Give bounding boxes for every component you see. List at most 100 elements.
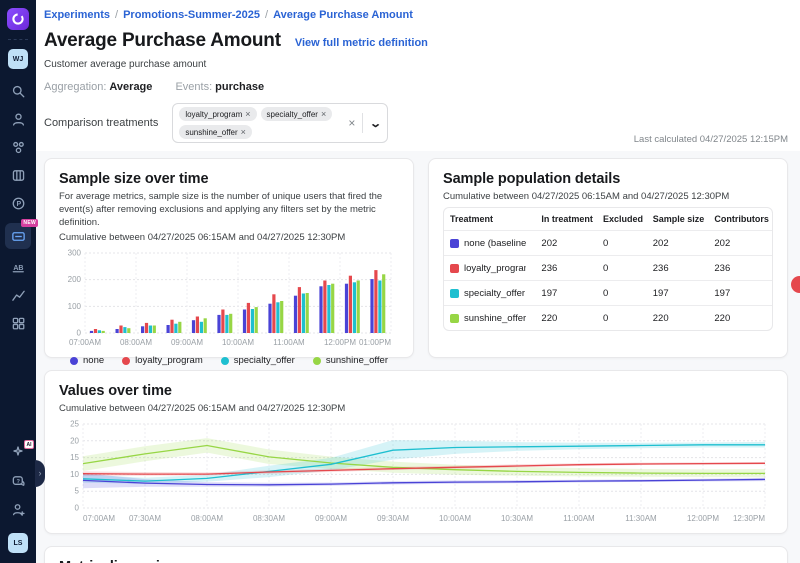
card-title: Sample population details (443, 171, 773, 187)
svg-text:07:00AM: 07:00AM (83, 514, 115, 523)
table-row: specialty_offer1970197197 (444, 280, 772, 305)
comparison-treatments-label: Comparison treatments (44, 117, 158, 129)
events-label: Events: (175, 81, 212, 93)
breadcrumb-experiments[interactable]: Experiments (44, 9, 110, 21)
workspace-avatar[interactable]: WJ (8, 49, 28, 69)
legend-item[interactable]: sunshine_offer (313, 355, 388, 366)
treatment-color-swatch (450, 314, 459, 323)
svg-text:15: 15 (70, 453, 79, 462)
population-table: TreatmentIn treatmentExcludedSample size… (443, 207, 773, 331)
sample-size-legend: none loyalty_program specialty_offer sunshi… (59, 355, 399, 366)
invite-user-icon[interactable] (5, 501, 31, 517)
treatment-chips: loyalty_program× specialty_offer× sunshine… (179, 107, 339, 139)
svg-text:11:00AM: 11:00AM (563, 514, 595, 523)
metric-dispersion-card: Metric dispersion Cumulative between 04/… (44, 546, 788, 563)
svg-text:12:00PM: 12:00PM (324, 338, 356, 347)
svg-text:100: 100 (68, 302, 82, 311)
svg-text:09:00AM: 09:00AM (171, 338, 203, 347)
feature-gates-icon[interactable] (5, 139, 31, 155)
new-badge: NEW (21, 219, 38, 227)
metric-subtitle: Customer average purchase amount (44, 59, 788, 70)
clear-all-icon[interactable]: × (348, 116, 355, 130)
treatment-chip[interactable]: sunshine_offer× (179, 125, 252, 139)
select-divider (362, 113, 363, 133)
svg-text:200: 200 (68, 276, 82, 285)
svg-text:07:00AM: 07:00AM (69, 338, 101, 347)
treatments-select[interactable]: loyalty_program× specialty_offer× sunshine… (172, 103, 387, 143)
sidebar-divider (8, 39, 28, 40)
legend-item[interactable]: none (70, 355, 104, 366)
values-over-time-chart: 051015202507:00AM07:30AM08:00AM08:30AM09… (59, 418, 773, 526)
treatment-chip[interactable]: loyalty_program× (179, 107, 256, 121)
statsig-logo-icon[interactable] (7, 8, 29, 30)
svg-text:10:30AM: 10:30AM (501, 514, 533, 523)
treatment-color-swatch (450, 239, 459, 248)
population-card: Sample population details Cumulative bet… (428, 158, 788, 358)
svg-text:5: 5 (75, 487, 80, 496)
sample-size-chart: 0 100 200 300 07:00AM 08:00AM 09:00AM 10:00AM 11… (59, 247, 397, 349)
svg-text:09:30AM: 09:30AM (377, 514, 409, 523)
svg-text:01:00PM: 01:00PM (359, 338, 391, 347)
experiments-ab-icon[interactable]: AB (5, 259, 31, 275)
svg-text:08:00AM: 08:00AM (191, 514, 223, 523)
table-row: none (baseline)2020202202 (444, 230, 772, 255)
search-icon[interactable] (5, 83, 31, 99)
treatment-chip[interactable]: specialty_offer× (261, 107, 333, 121)
values-over-time-card: Values over time Cumulative between 04/2… (44, 370, 788, 534)
svg-text:25: 25 (70, 420, 79, 429)
legend-item[interactable]: specialty_offer (221, 355, 295, 366)
svg-text:07:30AM: 07:30AM (129, 514, 161, 523)
svg-text:12:00PM: 12:00PM (687, 514, 719, 523)
card-title: Values over time (59, 383, 773, 399)
svg-text:20: 20 (70, 436, 79, 445)
svg-text:0: 0 (75, 504, 80, 513)
table-row: loyalty_program2360236236 (444, 255, 772, 280)
layers-icon[interactable] (5, 167, 31, 183)
breadcrumb-metric-name[interactable]: Average Purchase Amount (273, 9, 413, 21)
chevron-down-icon[interactable]: ⌄ (370, 117, 383, 130)
page-header: Experiments/Promotions-Summer-2025/Avera… (36, 0, 800, 151)
aggregation-value: Average (109, 81, 152, 93)
ai-assistant-icon[interactable]: AI (11, 444, 25, 463)
cards-area: Sample size over time For average metric… (36, 151, 800, 563)
aggregation-row: Aggregation:Average Events:purchase (44, 81, 788, 93)
card-title: Sample size over time (59, 171, 399, 187)
metrics-chart-icon[interactable] (5, 287, 31, 303)
svg-text:11:30AM: 11:30AM (625, 514, 657, 523)
legend-item[interactable]: loyalty_program (122, 355, 203, 366)
svg-text:P: P (16, 200, 21, 207)
svg-text:10: 10 (70, 470, 79, 479)
help-chat-icon[interactable]: ⌄? (5, 473, 31, 489)
apps-grid-icon[interactable] (5, 315, 31, 331)
cumulative-range: Cumulative between 04/27/2025 06:15AM an… (59, 232, 399, 243)
sidebar: WJ P NEW AB AI ⌄? LS (0, 0, 36, 563)
view-metric-definition-link[interactable]: View full metric definition (295, 37, 428, 49)
ai-badge: AI (24, 440, 34, 449)
user-avatar[interactable]: LS (8, 533, 28, 553)
svg-text:08:00AM: 08:00AM (120, 338, 152, 347)
svg-text:12:30PM: 12:30PM (733, 514, 765, 523)
page-title: Average Purchase Amount (44, 30, 281, 52)
svg-text:AB: AB (13, 264, 23, 271)
svg-text:09:00AM: 09:00AM (315, 514, 347, 523)
svg-text:10:00AM: 10:00AM (222, 338, 254, 347)
svg-text:?: ? (16, 479, 20, 485)
last-calculated: Last calculated 04/27/2025 12:15PM (634, 134, 788, 145)
cumulative-range: Cumulative between 04/27/2025 06:15AM an… (59, 403, 773, 414)
cumulative-range: Cumulative between 04/27/2025 06:15AM an… (443, 191, 773, 202)
pulse-icon[interactable]: P (5, 195, 31, 211)
chip-remove-icon[interactable]: × (241, 127, 246, 137)
events-value: purchase (215, 81, 264, 93)
chip-remove-icon[interactable]: × (321, 109, 326, 119)
svg-text:11:00AM: 11:00AM (273, 338, 305, 347)
aggregation-label: Aggregation: (44, 81, 106, 93)
table-row: sunshine_offer2200220220 (444, 305, 772, 330)
svg-text:300: 300 (68, 249, 82, 258)
breadcrumb-experiment-name[interactable]: Promotions-Summer-2025 (123, 9, 260, 21)
users-icon[interactable] (5, 111, 31, 127)
card-title: Metric dispersion (59, 559, 773, 563)
chip-remove-icon[interactable]: × (245, 109, 250, 119)
svg-text:10:00AM: 10:00AM (439, 514, 471, 523)
svg-text:0: 0 (77, 329, 82, 338)
sidebar-item-active-insights[interactable]: NEW (5, 223, 31, 249)
